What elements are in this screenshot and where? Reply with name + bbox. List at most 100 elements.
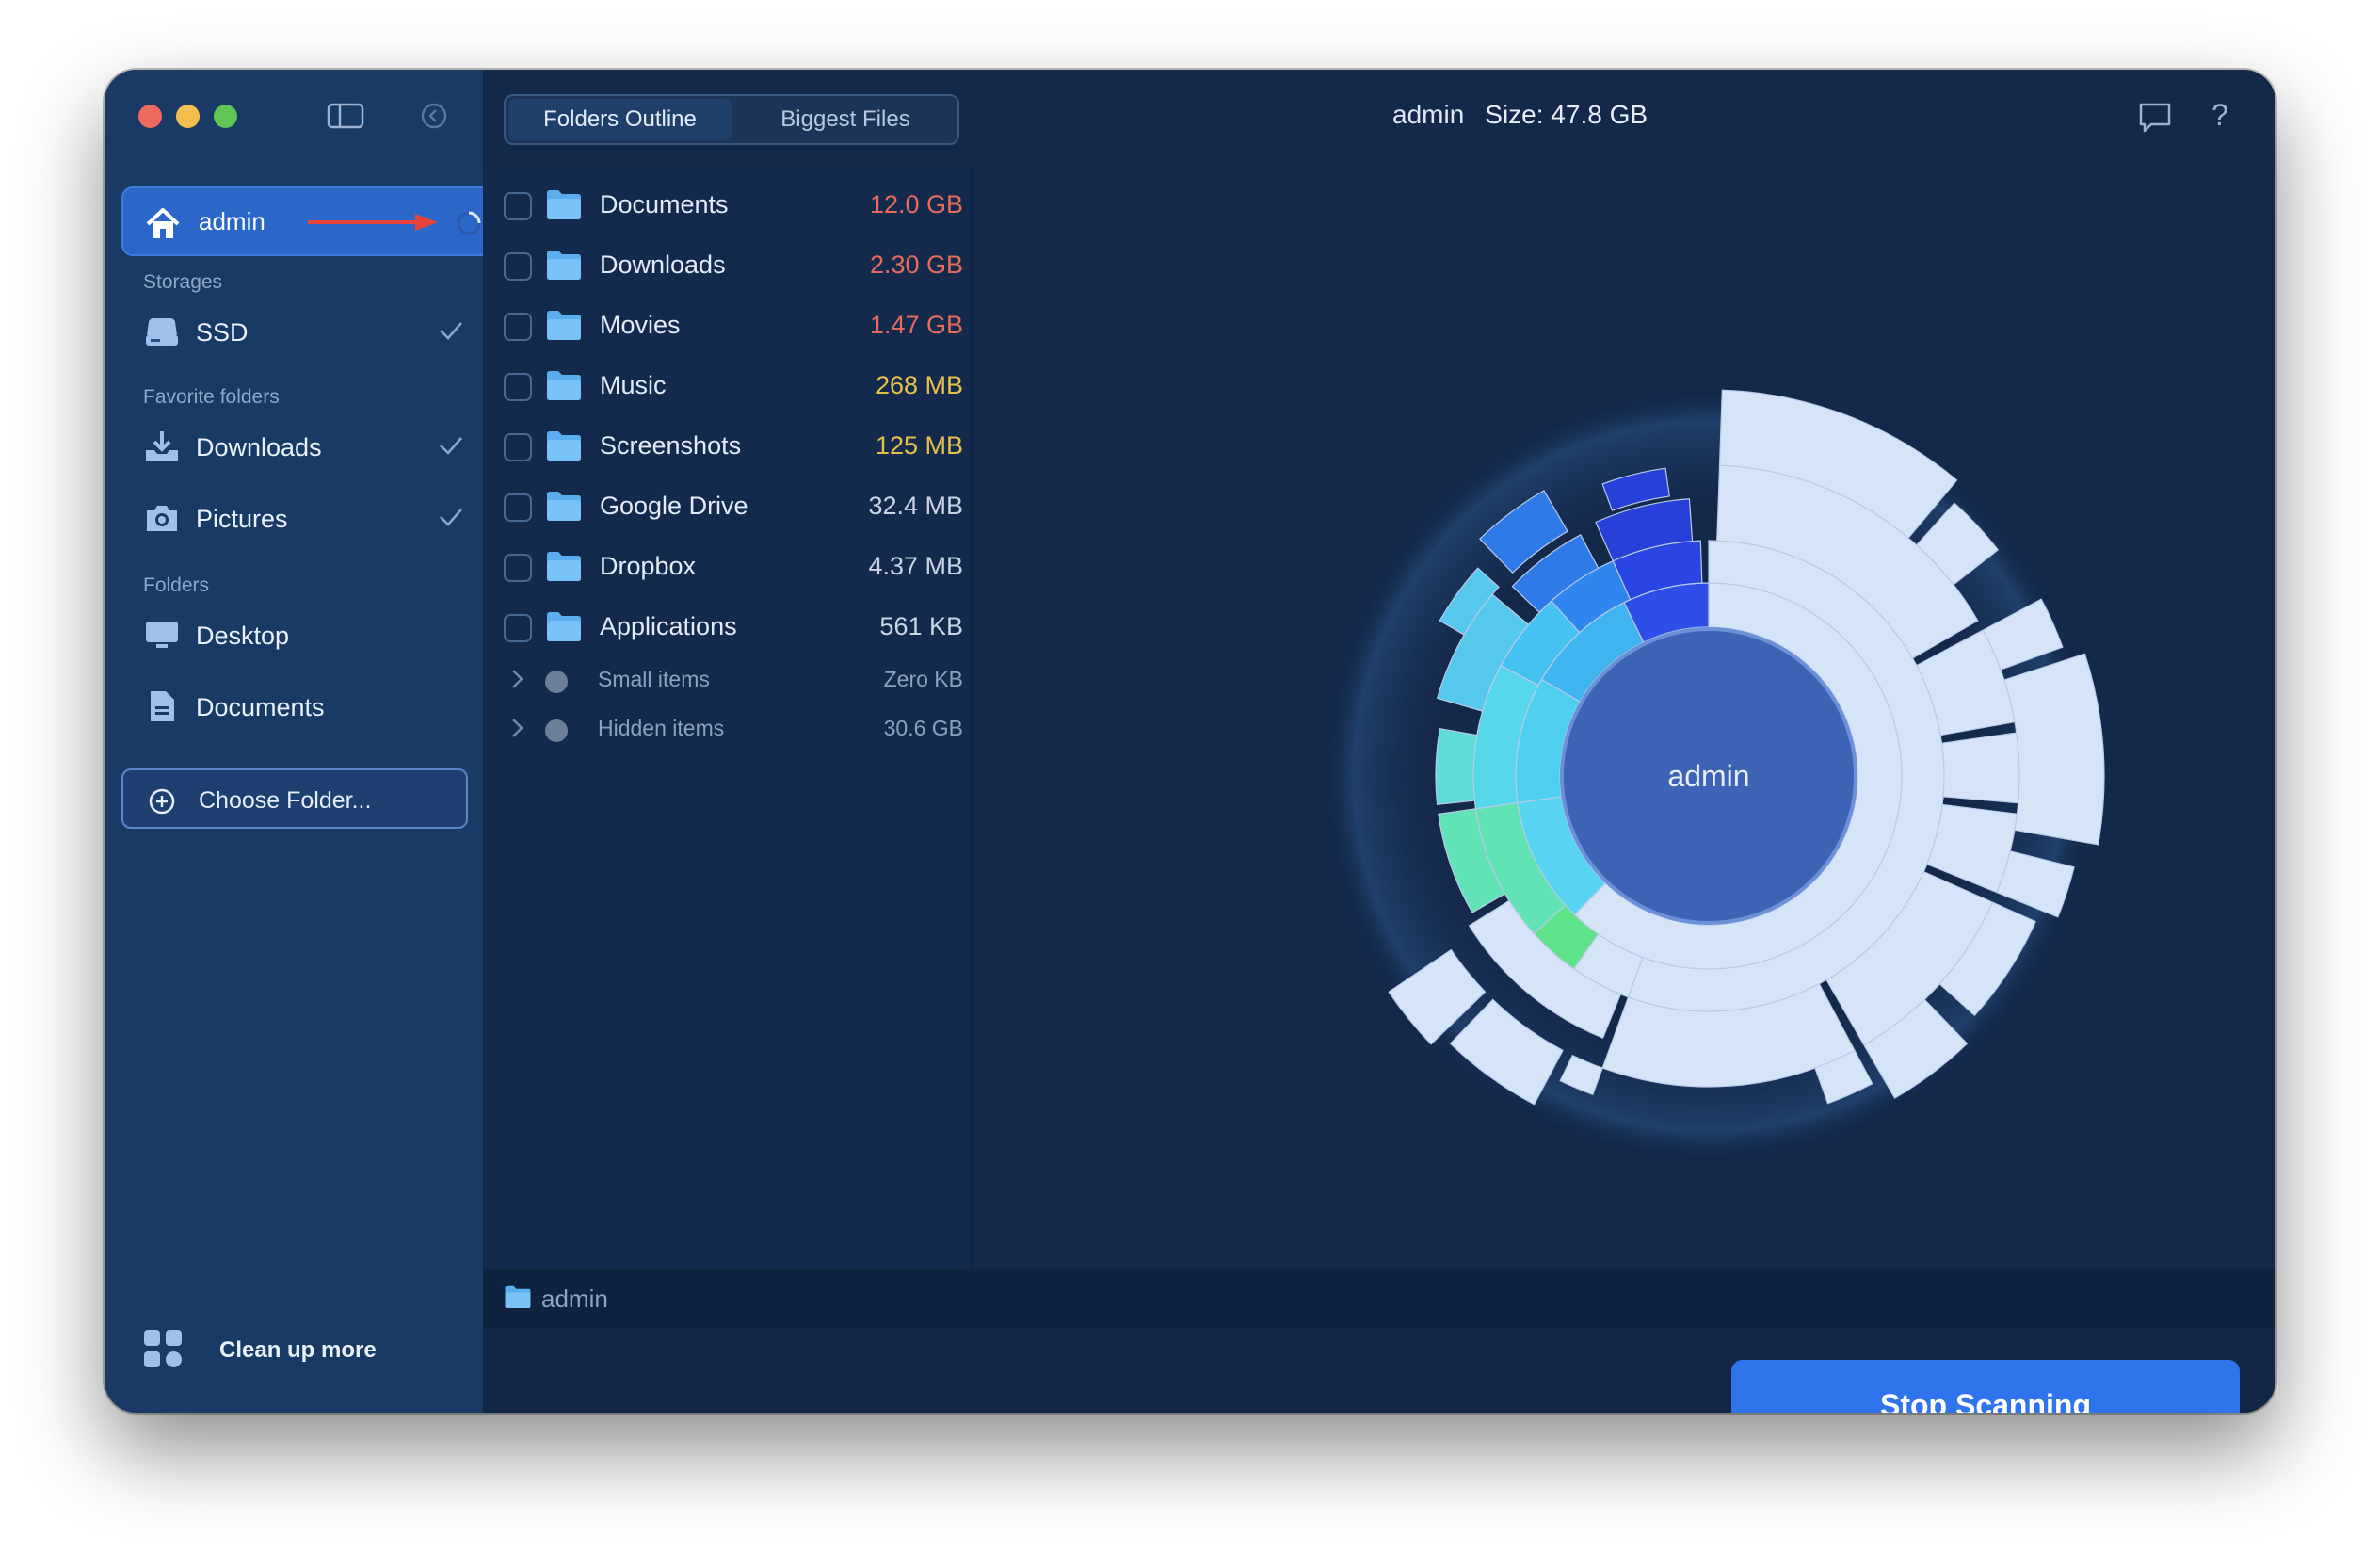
item-size: 268 MB <box>875 371 963 399</box>
loading-spinner-icon <box>457 211 481 235</box>
plus-circle-icon <box>149 788 175 815</box>
hidden-items-row[interactable]: Hidden items 30.6 GB <box>483 699 971 759</box>
item-checkbox[interactable] <box>504 554 532 582</box>
feedback-icon[interactable] <box>2138 102 2172 134</box>
list-item[interactable]: Dropbox 4.37 MB <box>483 537 971 597</box>
item-size: 561 KB <box>879 612 963 640</box>
item-size: 12.0 GB <box>869 190 963 218</box>
item-name: Movies <box>600 311 681 339</box>
path-label: admin <box>541 1285 608 1313</box>
list-item[interactable]: Applications 561 KB <box>483 597 971 657</box>
item-name: Downloads <box>600 251 726 279</box>
apps-grid-icon <box>144 1330 182 1367</box>
sunburst-chart-area: admin <box>973 168 2275 1269</box>
chevron-right-icon[interactable] <box>507 716 526 740</box>
item-name: Documents <box>600 190 729 218</box>
sunburst-segment[interactable] <box>1940 732 2020 804</box>
folder-list: Documents 12.0 GB Downloads 2.30 GB Movi… <box>483 168 971 1269</box>
chevron-right-icon[interactable] <box>507 667 526 691</box>
close-window-button[interactable] <box>138 105 162 128</box>
hidden-items-dot-icon <box>545 719 568 742</box>
checkmark-icon <box>440 437 462 455</box>
small-items-dot-icon <box>545 671 568 693</box>
folder-icon <box>547 251 581 280</box>
tab-biggest-files[interactable]: Biggest Files <box>735 99 956 140</box>
folder-icon <box>547 431 581 461</box>
sidebar-toggle-icon[interactable] <box>327 102 364 130</box>
sidebar-item-label: Documents <box>196 693 325 721</box>
minimize-window-button[interactable] <box>176 105 200 128</box>
item-size: 2.30 GB <box>869 251 963 279</box>
view-segmented-control: Folders Outline Biggest Files <box>504 94 959 145</box>
folder-icon <box>547 552 581 581</box>
sidebar-item-documents[interactable]: Documents <box>143 684 463 731</box>
document-icon <box>151 691 174 721</box>
sidebar-item-label: Desktop <box>196 622 290 650</box>
arrow-right-icon <box>308 214 438 231</box>
checkmark-icon <box>440 509 462 526</box>
item-checkbox[interactable] <box>504 493 532 522</box>
sidebar-item-pictures[interactable]: Pictures <box>143 495 463 542</box>
sidebar-item-downloads[interactable]: Downloads <box>143 424 463 471</box>
choose-folder-label: Choose Folder... <box>199 787 372 814</box>
back-icon[interactable] <box>420 102 448 130</box>
tab-folders-outline[interactable]: Folders Outline <box>508 99 732 140</box>
help-icon[interactable]: ? <box>2211 98 2240 136</box>
window-title: admin Size: 47.8 GB <box>1392 100 1648 130</box>
item-checkbox[interactable] <box>504 614 532 642</box>
sidebar-item-label: admin <box>199 207 265 235</box>
item-checkbox[interactable] <box>504 433 532 461</box>
sidebar: admin Storages SSD Favorite folders Down… <box>105 70 500 1413</box>
choose-folder-button[interactable]: Choose Folder... <box>121 768 468 829</box>
storages-header: Storages <box>143 271 223 293</box>
item-checkbox[interactable] <box>504 252 532 281</box>
list-item[interactable]: Downloads 2.30 GB <box>483 235 971 296</box>
item-size: 30.6 GB <box>883 716 963 740</box>
checkmark-icon <box>440 322 462 340</box>
list-item[interactable]: Documents 12.0 GB <box>483 175 971 235</box>
list-item[interactable]: Movies 1.47 GB <box>483 296 971 356</box>
item-checkbox[interactable] <box>504 192 532 220</box>
title-user: admin <box>1392 100 1465 129</box>
app-window: admin Storages SSD Favorite folders Down… <box>105 70 2275 1413</box>
sunburst-segment[interactable] <box>2003 653 2105 846</box>
folder-icon <box>547 492 581 521</box>
favorites-header: Favorite folders <box>143 386 280 408</box>
stop-scanning-button[interactable]: Stop Scanning <box>1731 1360 2240 1413</box>
item-size: Zero KB <box>883 667 963 691</box>
sidebar-item-desktop[interactable]: Desktop <box>143 612 463 659</box>
item-name: Small items <box>598 667 710 691</box>
camera-icon <box>147 506 177 531</box>
title-size: Size: 47.8 GB <box>1485 100 1648 129</box>
zoom-window-button[interactable] <box>214 105 237 128</box>
item-size: 125 MB <box>875 431 963 460</box>
toolbar: Folders Outline Biggest Files admin Size:… <box>483 70 2275 168</box>
item-name: Screenshots <box>600 431 742 460</box>
sidebar-item-ssd[interactable]: SSD <box>143 309 463 356</box>
sunburst-segment[interactable] <box>1435 727 1478 805</box>
drive-icon <box>146 318 178 346</box>
item-size: 1.47 GB <box>869 311 963 339</box>
list-item[interactable]: Screenshots 125 MB <box>483 416 971 477</box>
folder-icon <box>547 311 581 340</box>
list-item[interactable]: Google Drive 32.4 MB <box>483 477 971 537</box>
clean-up-more-button[interactable]: Clean up more <box>142 1328 425 1375</box>
path-bar: admin <box>483 1269 2275 1328</box>
item-checkbox[interactable] <box>504 373 532 401</box>
desktop-icon <box>146 622 178 648</box>
sidebar-item-admin[interactable]: admin <box>121 186 500 256</box>
list-item[interactable]: Music 268 MB <box>483 356 971 416</box>
folder-icon <box>547 190 581 219</box>
item-name: Music <box>600 371 667 399</box>
item-size: 4.37 MB <box>868 552 963 580</box>
home-icon <box>146 208 180 238</box>
item-size: 32.4 MB <box>868 492 963 520</box>
folder-icon <box>505 1285 531 1308</box>
download-icon <box>146 431 178 461</box>
sunburst-chart[interactable]: admin <box>973 168 2275 1269</box>
bottom-bar: Stop Scanning <box>483 1328 2275 1413</box>
item-checkbox[interactable] <box>504 313 532 341</box>
sidebar-item-label: Downloads <box>196 433 322 461</box>
sidebar-item-label: Pictures <box>196 505 288 533</box>
folders-header: Folders <box>143 574 210 596</box>
